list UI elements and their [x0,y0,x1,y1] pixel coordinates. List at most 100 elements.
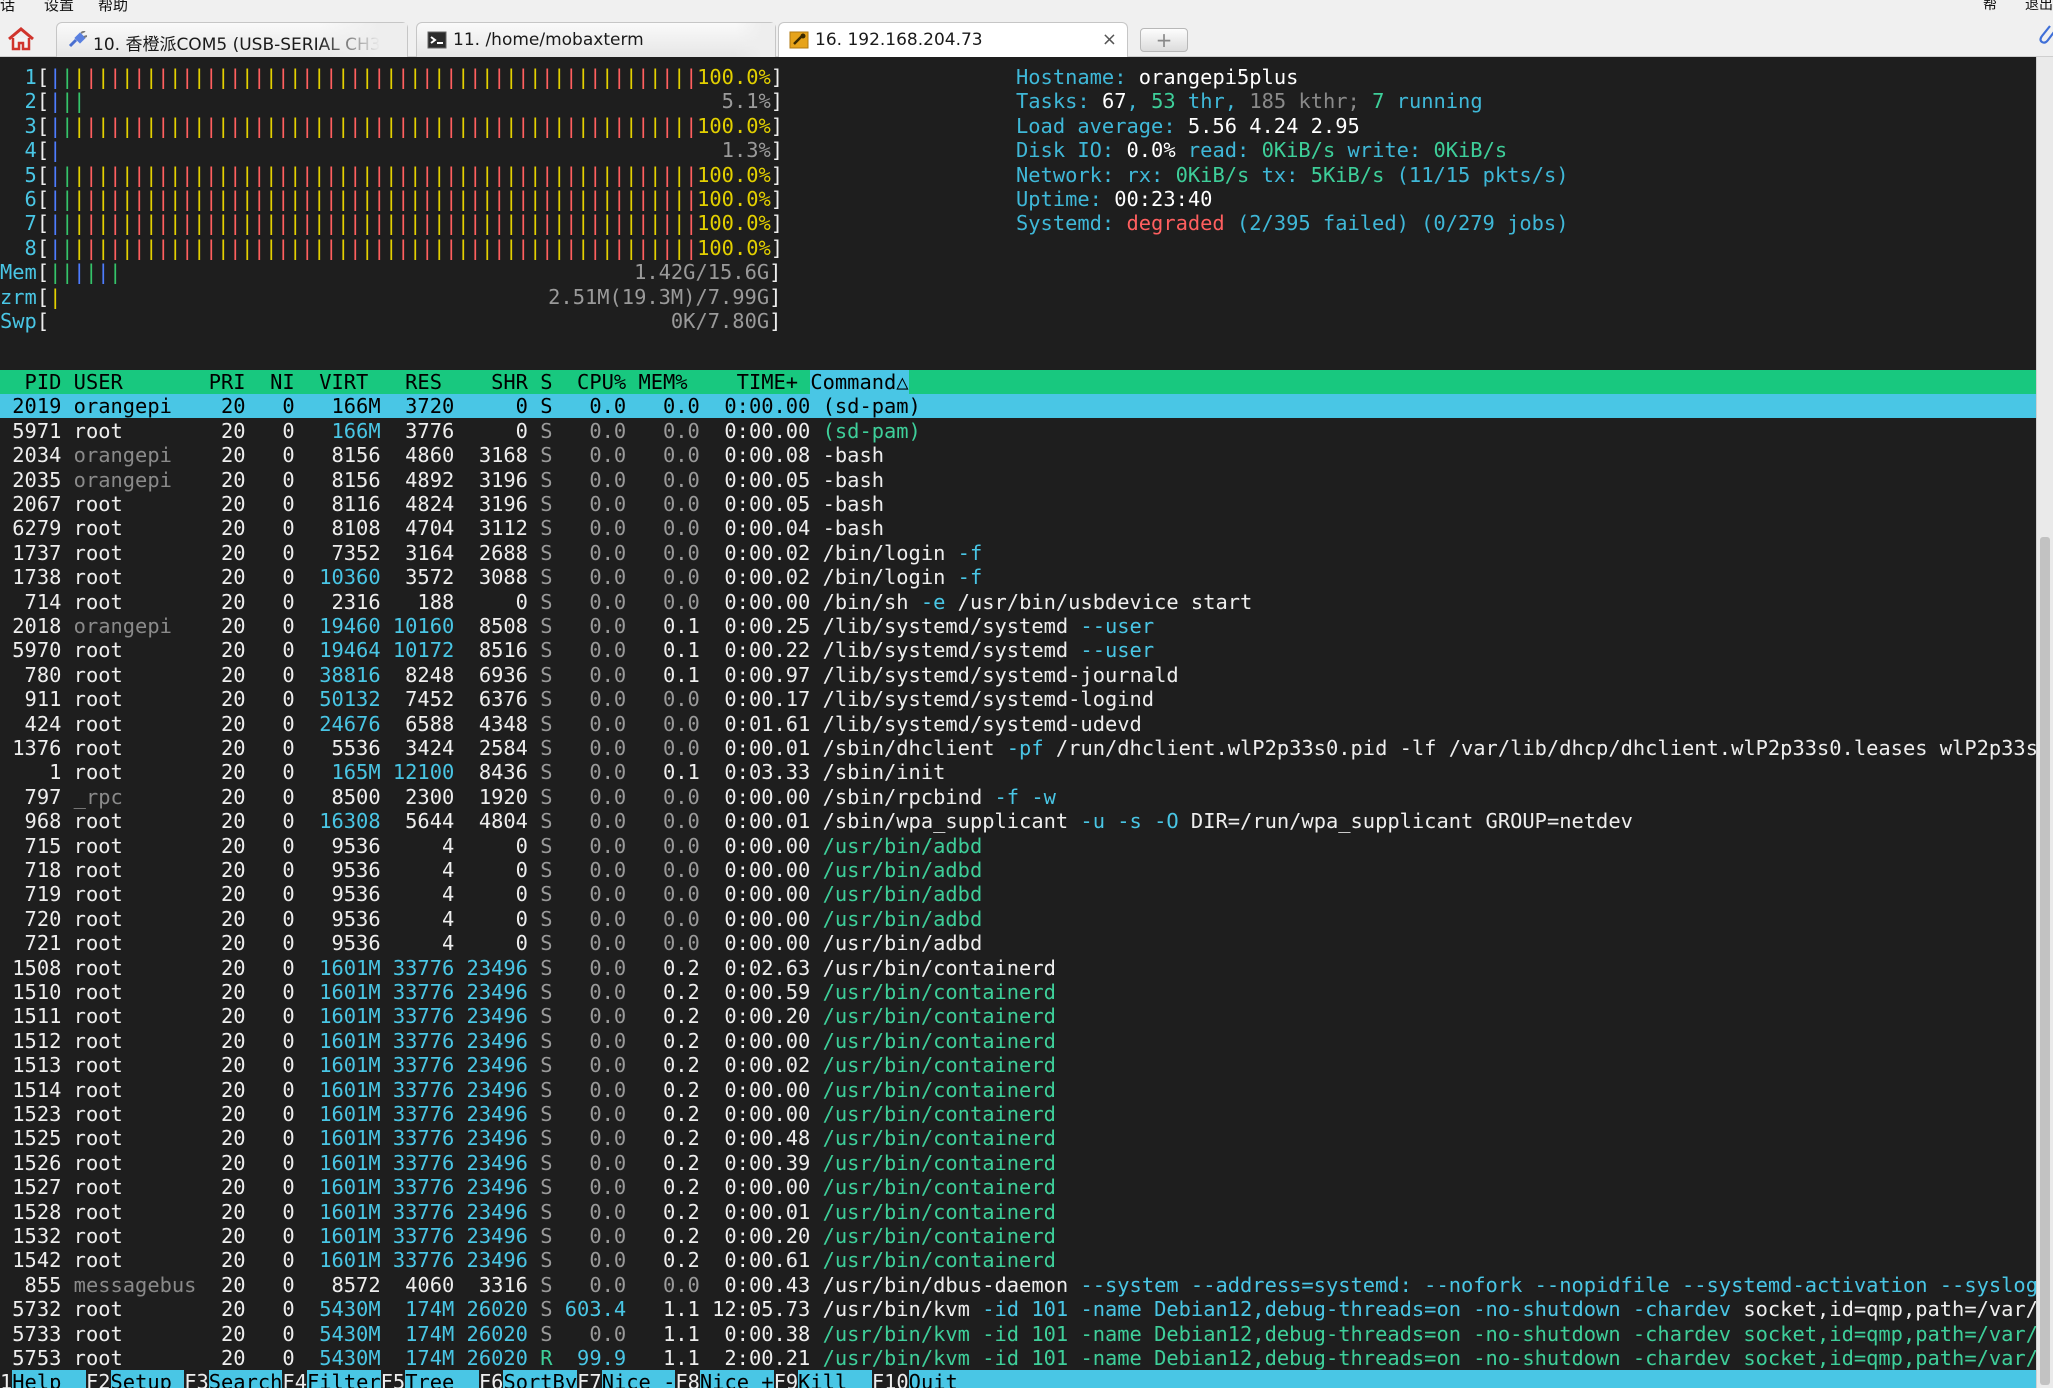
column-header-command[interactable]: Command△ [810,370,909,394]
table-row[interactable]: 718 root 20 0 9536 4 0 S 0.0 0.0 0:00.00… [0,858,983,882]
table-row[interactable]: 1737 root 20 0 7352 3164 2688 S 0.0 0.0 … [0,541,982,565]
command-args: --user [1068,638,1155,663]
new-tab-button[interactable]: + [1140,28,1188,52]
column-header-shr[interactable]: SHR [442,370,528,394]
fkey-tree[interactable]: F5Tree [380,1370,479,1388]
mem-cell: 0.0 [626,492,700,516]
table-row[interactable]: 2034 orangepi 20 0 8156 4860 3168 S 0.0 … [0,443,884,467]
terminal-area[interactable]: 1[||||||||||||||||||||||||||||||||||||||… [0,57,2053,1388]
table-row[interactable]: 1528 root 20 0 1601M 33776 23496 S 0.0 0… [0,1200,1056,1224]
table-row[interactable]: 911 root 20 0 50132 7452 6376 S 0.0 0.0 … [0,687,1155,712]
column-header-cpu[interactable]: CPU% [553,370,626,394]
fkey-filter[interactable]: F4Filter [282,1370,381,1388]
pri-cell: 20 [196,1224,246,1248]
tab-ssh-192-168-204-73[interactable]: 16. 192.168.204.73 × [778,22,1128,58]
table-row[interactable]: 2018 orangepi 20 0 19460 10160 8508 S 0.… [0,614,1154,638]
table-row[interactable]: 5970 root 20 0 19464 10172 8516 S 0.0 0.… [0,638,1154,662]
table-row[interactable]: 1512 root 20 0 1601M 33776 23496 S 0.0 0… [0,1029,1056,1053]
column-header-ni[interactable]: NI [246,370,295,394]
cpu-bar-mark: | [277,235,290,260]
table-row[interactable]: 1513 root 20 0 1601M 33776 23496 S 0.0 0… [0,1053,1056,1077]
fkey-setup[interactable]: F2Setup [85,1370,184,1388]
table-row[interactable]: 968 root 20 0 16308 5644 4804 S 0.0 0.0 … [0,809,1633,833]
menu-item-help-right[interactable]: 帮 [1983,0,1997,14]
table-row[interactable]: 2035 orangepi 20 0 8156 4892 3196 S 0.0 … [0,468,884,492]
table-row[interactable]: 1511 root 20 0 1601M 33776 23496 S 0.0 0… [0,1004,1056,1028]
table-row[interactable]: 424 root 20 0 24676 6588 4348 S 0.0 0.0 … [0,712,1142,736]
time-cell: 0:00.00 [699,882,811,907]
cpu-cell: 0.0 [552,1077,627,1102]
column-header-virt[interactable]: VIRT [295,370,368,394]
menu-item-settings[interactable]: 设置 [44,0,74,15]
fkey-quit[interactable]: F10Quit [871,1370,958,1388]
tab-serial-com5[interactable]: 10. 香橙派COM5 (USB-SERIAL CH340) [56,22,408,57]
terminal-scrollbar[interactable] [2036,57,2053,1388]
table-row[interactable]: 721 root 20 0 9536 4 0 S 0.0 0.0 0:00.00… [0,931,983,955]
home-tab[interactable] [6,26,36,52]
fkey-search[interactable]: F3Search [184,1370,282,1388]
table-row[interactable]: 780 root 20 0 38816 8248 6936 S 0.0 0.1 … [0,663,1179,687]
table-row[interactable]: 1514 root 20 0 1601M 33776 23496 S 0.0 0… [0,1078,1056,1102]
user-cell: root [73,1297,197,1322]
paperclip-icon[interactable] [2036,22,2053,48]
table-row[interactable]: 1508 root 20 0 1601M 33776 23496 S 0.0 0… [0,956,1056,980]
fkey-kill[interactable]: F9Kill [773,1370,872,1388]
fkey-help[interactable]: 1Help [0,1370,86,1388]
column-header-res[interactable]: RES [368,370,442,394]
column-header-state[interactable]: S [528,370,552,394]
table-row[interactable]: 6279 root 20 0 8108 4704 3112 S 0.0 0.0 … [0,516,884,540]
table-row[interactable]: 719 root 20 0 9536 4 0 S 0.0 0.0 0:00.00… [0,882,983,907]
ni-cell: 0 [245,1175,295,1200]
column-header-user[interactable]: USER [74,370,197,394]
table-row[interactable]: 2019 orangepi 20 0 166M 3720 0 S 0.0 0.0… [0,394,2036,419]
table-row[interactable]: 1510 root 20 0 1601M 33776 23496 S 0.0 0… [0,980,1056,1004]
table-row[interactable]: 1527 root 20 0 1601M 33776 23496 S 0.0 0… [0,1175,1056,1199]
column-header-pid[interactable]: PID [0,370,62,394]
cpu-bar-mark: | [397,235,410,260]
table-row[interactable]: 1738 root 20 0 10360 3572 3088 S 0.0 0.0… [0,565,982,589]
table-row[interactable]: 797 _rpc 20 0 8500 2300 1920 S 0.0 0.0 0… [0,785,1056,809]
menu-item-exit[interactable]: 退出 [2025,0,2053,14]
mem-bar-mark: | [109,260,122,285]
table-row[interactable]: 1376 root 20 0 5536 3424 2584 S 0.0 0.0 … [0,736,2050,760]
table-row[interactable]: 5733 root 20 0 5430M 174M 26020 S 0.0 1.… [0,1322,2053,1346]
pid-cell: 1532 [0,1224,62,1248]
state-cell: S [527,1053,553,1078]
table-row[interactable]: 1523 root 20 0 1601M 33776 23496 S 0.0 0… [0,1102,1056,1126]
fkey-nice[interactable]: F8Nice + [675,1370,774,1388]
menu-item-terminal[interactable]: 话 [0,0,15,15]
table-row[interactable]: 1532 root 20 0 1601M 33776 23496 S 0.0 0… [0,1224,1056,1248]
column-header-mem[interactable]: MEM% [626,370,687,394]
pid-cell: 424 [0,711,62,736]
table-row[interactable]: 5753 root 20 0 5430M 174M 26020 R 99.9 1… [0,1346,2053,1370]
table-row[interactable]: 1 root 20 0 165M 12100 8436 S 0.0 0.1 0:… [0,760,945,784]
column-header-pri[interactable]: PRI [196,370,246,394]
column-header-time[interactable]: TIME+ [688,370,798,394]
menu-item-help[interactable]: 帮助 [98,0,128,15]
table-row[interactable]: 855 messagebus 20 0 8572 4060 3316 S 0.0… [0,1273,2053,1297]
table-row[interactable]: 2067 root 20 0 8116 4824 3196 S 0.0 0.0 … [0,492,884,516]
cpu-cell: 0.0 [552,687,627,712]
table-row[interactable]: 1526 root 20 0 1601M 33776 23496 S 0.0 0… [0,1151,1056,1175]
cpu-bar-mark: | [409,211,422,236]
cpu-bar-mark: | [157,113,170,138]
fkey-nice[interactable]: F7Nice - [577,1370,675,1388]
table-row[interactable]: 720 root 20 0 9536 4 0 S 0.0 0.0 0:00.00… [0,907,983,931]
table-row[interactable]: 5971 root 20 0 166M 3776 0 S 0.0 0.0 0:0… [0,419,921,443]
disk-pct: 0.0% [1126,138,1176,163]
table-row[interactable]: 1542 root 20 0 1601M 33776 23496 S 0.0 0… [0,1248,1056,1272]
pri-cell: 20 [196,784,246,809]
fkey-sortby[interactable]: F6SortBy [478,1370,577,1388]
cpu-bar-mark: | [637,65,650,89]
table-row[interactable]: 714 root 20 0 2316 188 0 S 0.0 0.0 0:00.… [0,589,1253,614]
cpu-bar-mark: | [145,211,158,236]
close-tab-icon[interactable]: × [1102,29,1117,50]
tab-home-mobaxterm[interactable]: 11. /home/mobaxterm [416,22,776,57]
table-row[interactable]: 715 root 20 0 9536 4 0 S 0.0 0.0 0:00.00… [0,834,983,858]
table-row[interactable]: 5732 root 20 0 5430M 174M 26020 S 603.4 … [0,1297,2053,1321]
table-row[interactable]: 1525 root 20 0 1601M 33776 23496 S 0.0 0… [0,1126,1056,1150]
shr-cell: 0 [454,589,528,614]
scrollbar-thumb[interactable] [2040,537,2050,1385]
